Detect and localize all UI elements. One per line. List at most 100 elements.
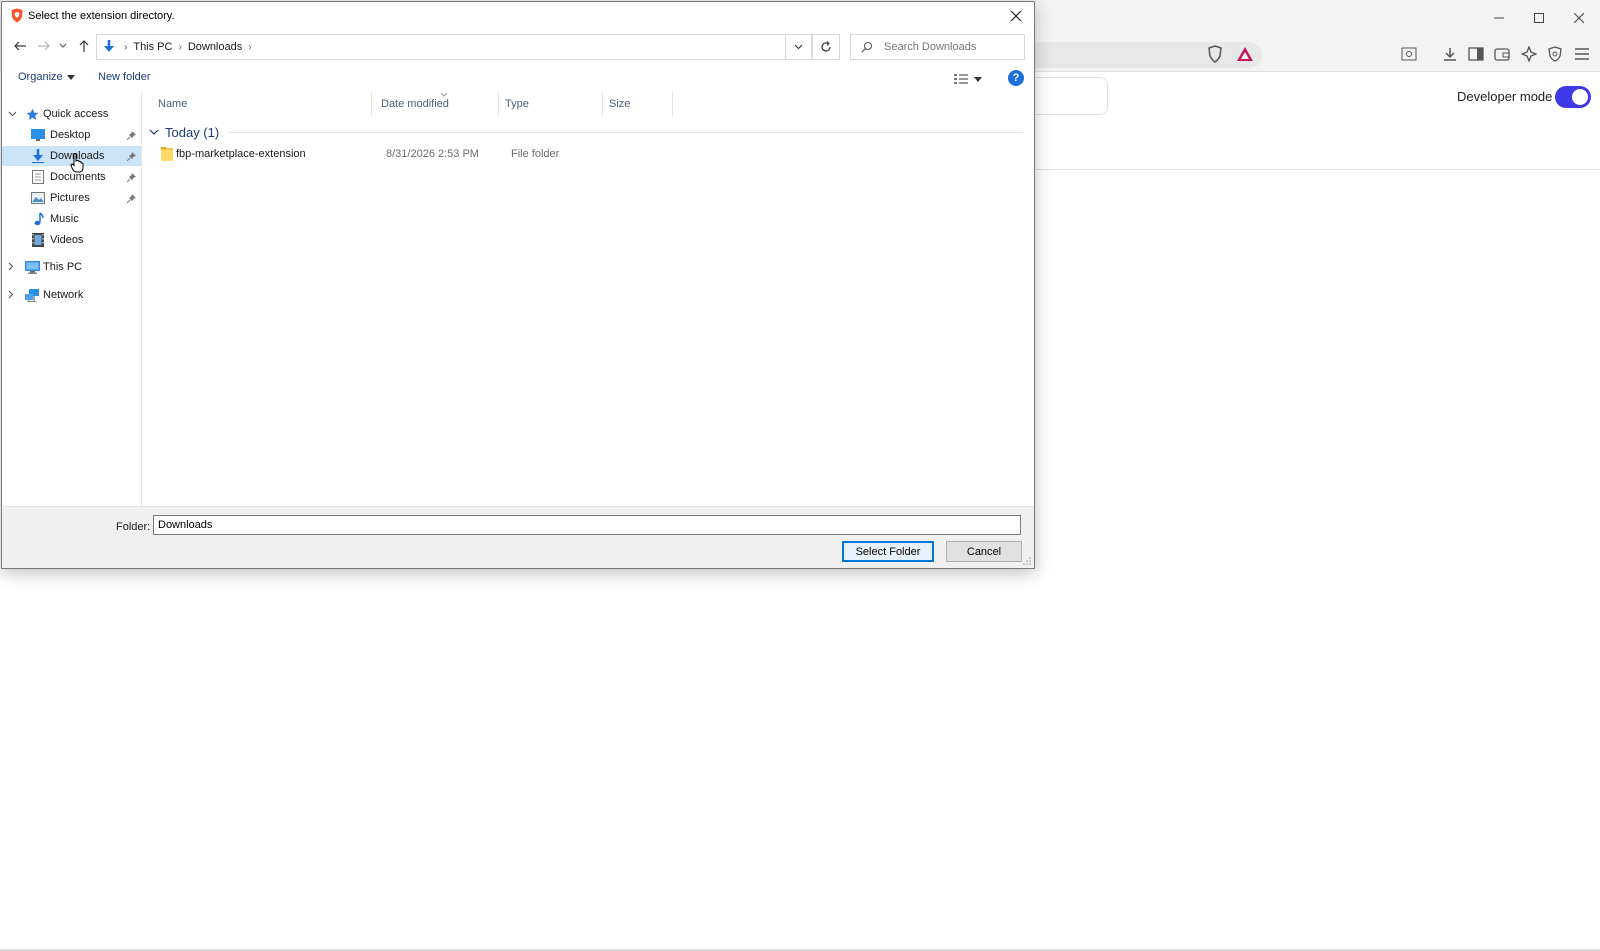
close-icon — [1010, 10, 1022, 22]
breadcrumb-separator: › — [124, 41, 128, 53]
nav-item-desktop[interactable]: Desktop — [2, 125, 141, 145]
nav-quick-access-label: Quick access — [43, 108, 109, 120]
dialog-footer: Folder: Select Folder Cancel — [2, 506, 1034, 568]
pin-icon — [126, 172, 136, 182]
browser-close-button[interactable] — [1564, 8, 1594, 28]
file-date: 8/31/2026 2:53 PM — [386, 148, 479, 160]
arrow-left-icon — [14, 41, 26, 51]
breadcrumb-separator: › — [248, 41, 252, 53]
minimize-icon — [1494, 17, 1504, 19]
hand-cursor-icon — [70, 153, 84, 173]
nav-item-label: Desktop — [50, 129, 91, 141]
desktop-icon — [30, 127, 46, 143]
dialog-title: Select the extension directory. — [28, 10, 175, 22]
menu-icon[interactable] — [1572, 44, 1592, 64]
folder-name-input[interactable] — [153, 515, 1021, 535]
select-folder-dialog: Select the extension directory. › This P… — [1, 1, 1035, 569]
pin-icon — [126, 151, 136, 161]
nav-network[interactable]: Network — [2, 285, 141, 305]
up-button[interactable] — [74, 36, 94, 56]
folder-label: Folder: — [116, 521, 151, 533]
pin-icon — [126, 193, 136, 203]
chevron-down-icon — [59, 43, 67, 48]
new-folder-button[interactable]: New folder — [98, 71, 151, 83]
organize-button[interactable]: Organize — [18, 71, 75, 83]
column-header-size[interactable]: Size — [603, 92, 673, 116]
change-view-button[interactable] — [954, 70, 990, 88]
group-header-today[interactable]: Today (1) — [143, 122, 1023, 142]
folder-icon — [161, 147, 173, 161]
download-icon[interactable] — [1440, 44, 1460, 64]
cancel-button[interactable]: Cancel — [946, 541, 1022, 562]
breadcrumb-separator: › — [178, 41, 182, 53]
forward-button[interactable] — [34, 36, 54, 56]
collapsed-chevron-icon[interactable] — [8, 290, 18, 301]
nav-item-label: Music — [50, 213, 79, 225]
chevron-down-icon — [794, 44, 803, 50]
refresh-button[interactable] — [812, 34, 840, 60]
column-header-date[interactable]: Date modified — [375, 92, 499, 116]
column-header-name[interactable]: Name — [152, 92, 372, 116]
nav-item-videos[interactable]: Videos — [2, 230, 141, 250]
maximize-button[interactable] — [1524, 8, 1554, 28]
back-button[interactable] — [10, 36, 30, 56]
nav-quick-access[interactable]: Quick access — [2, 104, 141, 124]
dialog-close-button[interactable] — [1002, 4, 1030, 28]
leo-ai-icon[interactable] — [1519, 44, 1539, 64]
file-name: fbp-marketplace-extension — [176, 148, 306, 160]
search-box[interactable] — [850, 34, 1025, 60]
maximize-icon — [1534, 13, 1544, 23]
sidebar-icon[interactable] — [1466, 44, 1486, 64]
nav-item-music[interactable]: Music — [2, 209, 141, 229]
navigation-row: › This PC › Downloads › — [2, 32, 1034, 62]
nav-item-label: Videos — [50, 234, 84, 246]
file-row[interactable]: fbp-marketplace-extension 8/31/2026 2:53… — [143, 144, 1023, 166]
nav-network-label: Network — [43, 289, 84, 301]
group-divider — [227, 131, 1023, 133]
group-collapse-icon[interactable] — [149, 127, 159, 138]
details-view-icon — [954, 74, 968, 84]
wallet-icon[interactable] — [1492, 44, 1512, 64]
column-header-type[interactable]: Type — [499, 92, 603, 116]
recent-locations-button[interactable] — [56, 36, 70, 56]
collapsed-chevron-icon[interactable] — [8, 262, 18, 273]
computer-icon — [24, 259, 40, 275]
file-type: File folder — [511, 148, 560, 160]
network-icon — [24, 287, 40, 303]
organize-label: Organize — [18, 71, 63, 83]
nav-this-pc[interactable]: This PC — [2, 257, 141, 277]
search-icon — [861, 41, 876, 53]
close-icon — [1574, 13, 1584, 23]
brave-shields-icon[interactable] — [1205, 44, 1225, 64]
tab-search-icon[interactable] — [1399, 44, 1419, 64]
refresh-icon — [821, 41, 831, 52]
videos-icon — [30, 232, 46, 248]
downloads-icon — [30, 148, 46, 164]
caret-down-icon — [974, 76, 982, 82]
pin-icon — [126, 130, 136, 140]
command-bar: Organize New folder ? — [2, 66, 1034, 92]
star-icon — [24, 106, 40, 122]
downloads-icon — [100, 38, 118, 56]
address-dropdown-button[interactable] — [786, 34, 812, 60]
help-button[interactable]: ? — [1008, 70, 1024, 86]
nav-item-label: Pictures — [50, 192, 90, 204]
address-breadcrumb[interactable]: › This PC › Downloads › — [96, 34, 786, 60]
developer-mode-toggle[interactable] — [1555, 86, 1591, 108]
breadcrumb-downloads[interactable]: Downloads — [188, 41, 242, 53]
select-folder-button[interactable]: Select Folder — [842, 541, 934, 562]
breadcrumb-this-pc[interactable]: This PC — [133, 41, 172, 53]
search-input[interactable] — [884, 41, 1024, 53]
arrow-right-icon — [38, 41, 50, 51]
file-list-pane: Name Date modified Type Size Today (1) f… — [143, 92, 1034, 506]
resize-grip-icon[interactable] — [1022, 556, 1032, 566]
vpn-icon[interactable] — [1545, 44, 1565, 64]
developer-mode-label: Developer mode — [1457, 89, 1553, 104]
minimize-button[interactable] — [1484, 8, 1514, 28]
nav-item-pictures[interactable]: Pictures — [2, 188, 141, 208]
brave-rewards-icon[interactable] — [1235, 44, 1255, 64]
arrow-up-icon — [79, 40, 89, 52]
dialog-titlebar: Select the extension directory. — [2, 2, 1034, 30]
expanded-chevron-icon[interactable] — [8, 109, 18, 119]
music-icon — [30, 211, 46, 227]
